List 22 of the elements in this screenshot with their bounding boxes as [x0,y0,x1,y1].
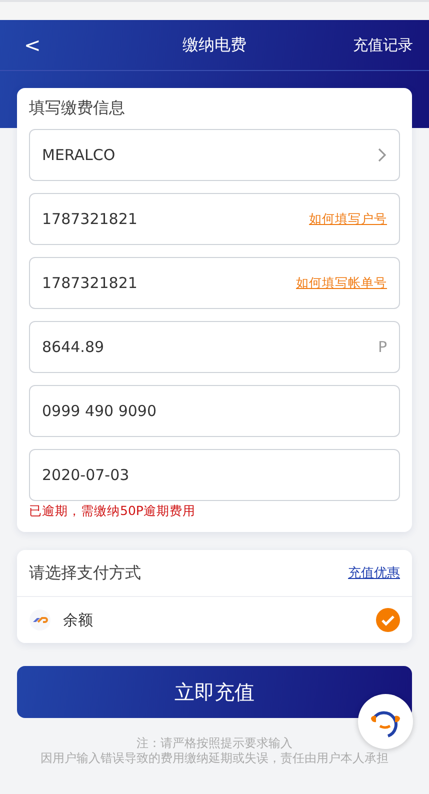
note-text: 因用户输入错误导致的费用缴纳延期或失误，责任由用户本人承担 [40,751,390,766]
payment-option[interactable]: 余额 [63,610,364,630]
input-field[interactable]: 1787321821 如何填写帐单号 [29,257,400,309]
submit-button[interactable]: 立即充值 [17,666,412,718]
error-message: 已逾期，需缴纳50P逾期费用 [29,503,196,520]
section-title: 填写缴费信息 [29,98,126,119]
input-field[interactable]: 1787321821 如何填写户号 [29,193,400,245]
input-field[interactable]: 8644.89 P [29,321,400,373]
wallet-logo-icon [29,609,51,631]
promo-link[interactable]: 充值优惠 [348,564,400,582]
input-field[interactable]: 0999 490 9090 [29,385,400,437]
back-button[interactable]: < [20,33,45,57]
section-title: 请选择支付方式 [29,562,141,584]
unit-label: P [378,338,387,356]
page-title: 缴纳电费 [182,34,246,56]
chevron-icon [377,147,387,163]
support-button[interactable] [358,694,413,749]
select-field[interactable]: MERALCO [29,129,400,181]
check-icon[interactable] [376,608,400,632]
note-text: 注：请严格按照提示要求输入 [136,736,294,751]
input-field[interactable]: 2020-07-03 [29,449,400,501]
history-link[interactable]: 充值记录 [353,36,413,54]
